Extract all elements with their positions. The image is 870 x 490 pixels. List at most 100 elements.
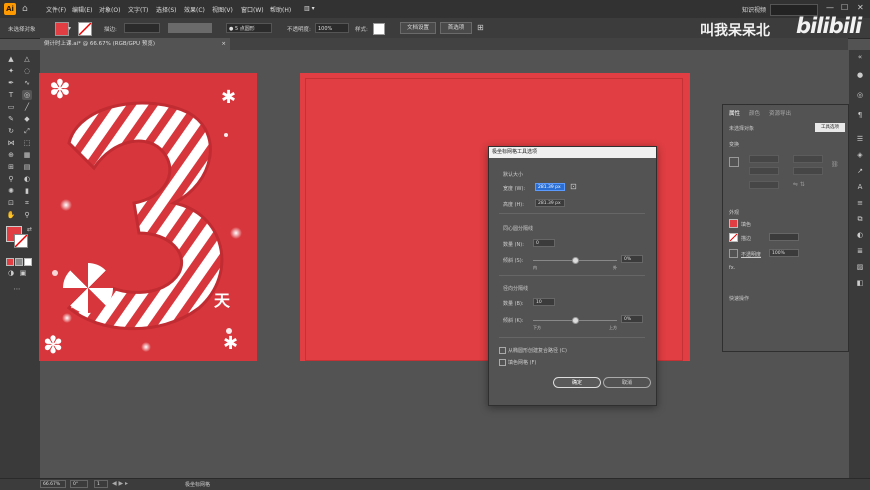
none-mode-icon[interactable] [24, 258, 32, 266]
edit-toolbar-icon[interactable]: ⋯ [12, 284, 22, 294]
align-icon[interactable]: ≡ [855, 198, 865, 208]
reference-point-icon[interactable]: ⊡ [570, 182, 577, 191]
zoom-tool-icon[interactable]: ⚲ [22, 210, 32, 220]
close-icon[interactable]: ✕ [857, 3, 864, 12]
layout-switcher-icon[interactable]: ▥ ▾ [304, 5, 315, 12]
swatches-icon[interactable]: ◎ [855, 90, 865, 100]
symbol-sprayer-icon[interactable]: ✺ [6, 186, 16, 196]
hand-tool-icon[interactable]: ✋ [6, 210, 16, 220]
stroke-color-swatch[interactable] [14, 234, 28, 248]
rotate-tool-icon[interactable]: ↻ [6, 126, 16, 136]
properties-icon[interactable]: ☰ [855, 134, 865, 144]
selection-tool-icon[interactable]: ▲ [6, 54, 16, 64]
reference-point-icon[interactable] [729, 157, 739, 167]
preferences-button[interactable]: 首选项 [440, 22, 472, 34]
height-input[interactable]: 281.39 px [535, 199, 565, 207]
variable-width-profile[interactable] [168, 23, 212, 33]
paragraph-icon[interactable]: ¶ [855, 110, 865, 120]
workspace-switcher[interactable]: 知识视频 [742, 5, 766, 14]
menu-select[interactable]: 选择(S) [156, 5, 177, 14]
polar-grid-tool-icon[interactable]: ◎ [22, 90, 32, 100]
gradient-panel-icon[interactable]: ▨ [855, 262, 865, 272]
radial-skew-input[interactable]: 0% [621, 315, 643, 323]
pathfinder-icon[interactable]: ⧉ [855, 214, 865, 224]
y-field[interactable] [749, 167, 779, 175]
mesh-tool-icon[interactable]: ⊞ [6, 162, 16, 172]
character-icon[interactable]: A [855, 182, 865, 192]
document-tab[interactable]: 倒计时上课.ai* @ 66.67% (RGB/GPU 预览) × [40, 38, 230, 50]
rectangle-tool-icon[interactable]: ▭ [6, 102, 16, 112]
eyedropper-icon[interactable]: ⚲ [6, 174, 16, 184]
export-icon[interactable]: ↗ [855, 166, 865, 176]
tab-color[interactable]: 颜色 [749, 109, 760, 117]
tab-asset-export[interactable]: 资源导出 [769, 109, 791, 117]
graphic-style-swatch[interactable] [373, 23, 385, 35]
slice-tool-icon[interactable]: ⌗ [22, 198, 32, 208]
stroke-swatch[interactable] [729, 233, 738, 242]
concentric-skew-input[interactable]: 0% [621, 255, 643, 263]
color-mode-icon[interactable] [6, 258, 14, 266]
stroke-weight-field[interactable] [769, 233, 799, 241]
fill-grid-checkbox[interactable] [499, 359, 506, 366]
swap-colors-icon[interactable]: ⇄ [27, 226, 32, 233]
menu-window[interactable]: 窗口(W) [241, 5, 264, 14]
gradient-tool-icon[interactable]: ▤ [22, 162, 32, 172]
stroke-panel-icon[interactable]: ≣ [855, 246, 865, 256]
color-icon[interactable]: ● [855, 70, 865, 80]
maximize-icon[interactable]: ☐ [841, 3, 848, 12]
concentric-count-input[interactable]: 0 [533, 239, 555, 247]
shape-builder-icon[interactable]: ⊕ [6, 150, 16, 160]
eraser-icon[interactable]: ◆ [22, 114, 32, 124]
menu-object[interactable]: 对象(O) [99, 5, 120, 14]
collapse-dock-icon[interactable]: « [855, 52, 865, 62]
menu-help[interactable]: 帮助(H) [270, 5, 291, 14]
direct-selection-tool-icon[interactable]: △ [22, 54, 32, 64]
tab-properties[interactable]: 属性 [729, 109, 740, 117]
menu-view[interactable]: 视图(V) [212, 5, 233, 14]
layers-icon[interactable]: ◈ [855, 150, 865, 160]
menu-effect[interactable]: 效果(C) [184, 5, 205, 14]
height-field[interactable] [793, 167, 823, 175]
cancel-button[interactable]: 取消 [603, 377, 651, 388]
width-field[interactable] [793, 155, 823, 163]
scale-tool-icon[interactable]: ⤢ [22, 126, 32, 136]
concentric-skew-knob[interactable] [572, 257, 579, 264]
arrange-icon[interactable]: ⊞ [477, 23, 484, 32]
link-icon[interactable]: ⛓ [831, 161, 839, 168]
close-tab-icon[interactable]: × [221, 38, 226, 50]
column-graph-icon[interactable]: ▮ [22, 186, 32, 196]
opacity-field[interactable]: 100% [769, 249, 799, 257]
fill-swatch[interactable] [55, 22, 69, 36]
artboard-countdown[interactable]: ✽ ✱ ✽ ✱ 天 [39, 73, 257, 361]
shaper-tool-icon[interactable]: ✎ [6, 114, 16, 124]
chevron-down-icon[interactable]: ▾ [68, 25, 71, 32]
artboard-nav-icons[interactable]: ◀ ▶ ▸ [112, 480, 128, 487]
brush-definition[interactable]: ● 5 点圆形 [226, 23, 272, 33]
compound-path-checkbox[interactable] [499, 347, 506, 354]
curvature-tool-icon[interactable]: ∿ [22, 78, 32, 88]
menu-edit[interactable]: 编辑(E) [72, 5, 92, 14]
pen-tool-icon[interactable]: ✒ [6, 78, 16, 88]
document-setup-button[interactable]: 文档设置 [400, 22, 436, 34]
paintbrush-icon[interactable]: ╱ [22, 102, 32, 112]
type-tool-icon[interactable]: T [6, 90, 16, 100]
opacity-field[interactable]: 100% [315, 23, 349, 33]
flip-icons[interactable]: ⇋ ⇅ [793, 181, 805, 188]
blend-tool-icon[interactable]: ◐ [22, 174, 32, 184]
menu-type[interactable]: 文字(T) [128, 5, 148, 14]
appearance-icon[interactable]: ◧ [855, 278, 865, 288]
rotate-field[interactable] [749, 181, 779, 189]
transparency-icon[interactable]: ◐ [855, 230, 865, 240]
home-icon[interactable]: ⌂ [22, 4, 28, 14]
lasso-icon[interactable]: ◌ [22, 66, 32, 76]
fill-swatch[interactable] [729, 219, 738, 228]
screen-mode-icon[interactable]: ▣ [18, 268, 28, 278]
ok-button[interactable]: 确定 [553, 377, 601, 388]
width-tool-icon[interactable]: ⋈ [6, 138, 16, 148]
minimize-icon[interactable]: — [826, 3, 834, 12]
radial-count-input[interactable]: 10 [533, 298, 555, 306]
free-transform-icon[interactable]: ⬚ [22, 138, 32, 148]
zoom-field[interactable]: 66.67% [40, 480, 66, 488]
rotation-field[interactable]: 0° [70, 480, 88, 488]
artboard-tool-icon[interactable]: ⊡ [6, 198, 16, 208]
